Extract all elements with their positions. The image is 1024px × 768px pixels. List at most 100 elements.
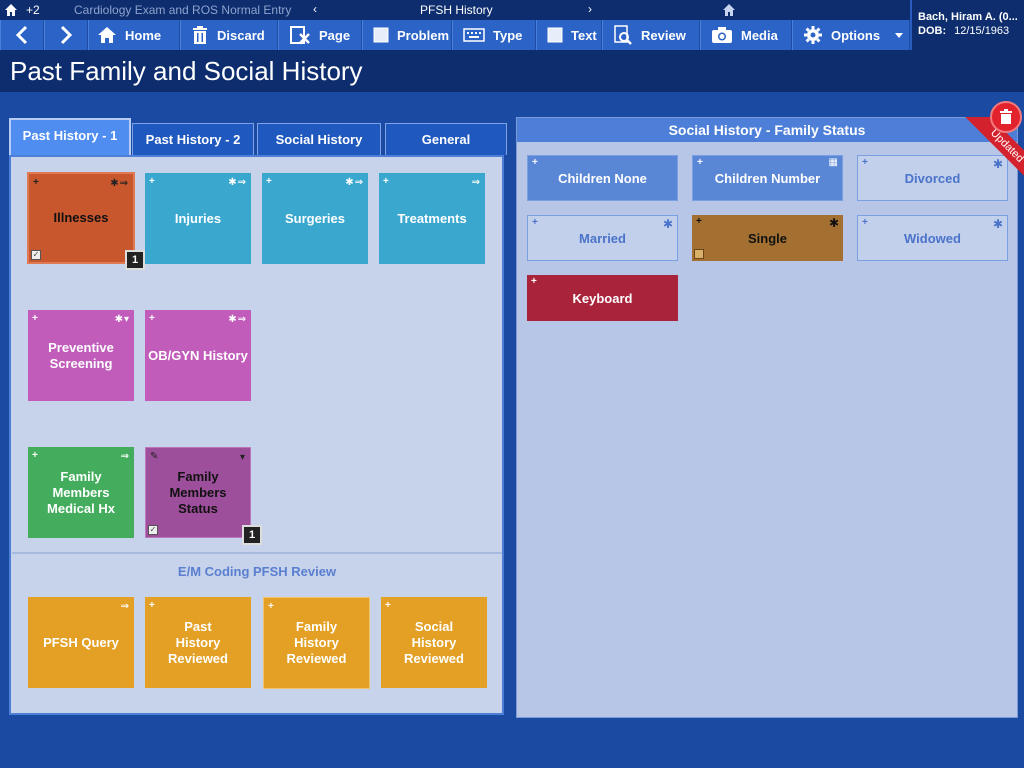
plus-icon: +	[149, 176, 155, 187]
next-page-arrow[interactable]: ›	[588, 2, 592, 16]
section-divider	[12, 552, 502, 554]
review-button[interactable]: Review	[602, 20, 700, 50]
patient-name: Bach, Hiram A. (0...	[918, 11, 1018, 23]
notification-count[interactable]: +2	[26, 3, 40, 17]
current-page-title: PFSH History	[420, 3, 493, 17]
option-keyboard[interactable]: + Keyboard	[527, 275, 678, 321]
tile-family-members-medical-hx[interactable]: + ⇒ Family Members Medical Hx	[28, 447, 134, 538]
patient-dob: DOB: 12/15/1963	[918, 25, 1010, 37]
plus-icon: +	[697, 157, 703, 168]
star-dropdown-icon: ✱▾	[114, 314, 130, 325]
plus-icon: +	[149, 313, 155, 324]
search-page-icon	[614, 25, 632, 45]
toolbar: Home Discard Page Problem Type Text Revi…	[0, 20, 910, 50]
home-icon[interactable]	[722, 3, 736, 17]
plus-icon: +	[862, 157, 868, 168]
plus-icon: +	[862, 217, 868, 228]
tile-family-members-status[interactable]: ✎ ▾ Family Members Status ✓ 1	[145, 447, 262, 545]
page-button[interactable]: Page	[278, 20, 362, 50]
plus-icon: +	[32, 313, 38, 324]
option-widowed[interactable]: + ✱ Widowed	[857, 215, 1008, 261]
tile-social-history-reviewed[interactable]: + Social History Reviewed	[381, 597, 487, 688]
tile-preventive-screening[interactable]: + ✱▾ Preventive Screening	[28, 310, 134, 401]
tile-surgeries[interactable]: + ✱⇒ Surgeries	[262, 173, 368, 264]
caret-down-icon	[895, 33, 903, 38]
plus-icon: +	[32, 450, 38, 461]
trash-icon	[193, 26, 207, 44]
tab-social-history[interactable]: Social History	[257, 123, 381, 155]
checkbox-icon[interactable]: ✓	[31, 250, 41, 260]
plus-icon: +	[696, 216, 702, 227]
plus-icon: +	[266, 176, 272, 187]
text-button[interactable]: Text	[536, 20, 602, 50]
media-button[interactable]: Media	[700, 20, 792, 50]
star-icon: ✱	[662, 217, 673, 231]
discard-button[interactable]: Discard	[180, 20, 278, 50]
expand-arrow-icon: ⇒	[120, 451, 130, 462]
tile-family-history-reviewed[interactable]: + Family History Reviewed	[263, 597, 370, 689]
top-strip: +2 Cardiology Exam and ROS Normal Entry …	[0, 0, 910, 20]
plus-icon: +	[383, 176, 389, 187]
camera-icon	[712, 27, 732, 43]
tab-past-history-2[interactable]: Past History - 2	[132, 123, 254, 155]
star-icon: ✱	[992, 217, 1003, 231]
gear-icon	[804, 26, 822, 44]
plus-icon: +	[531, 276, 537, 287]
page-remove-icon	[290, 26, 310, 44]
plus-icon: +	[149, 600, 155, 611]
tile-injuries[interactable]: + ✱⇒ Injuries	[145, 173, 251, 264]
keyboard-icon	[463, 28, 485, 42]
tab-past-history-1[interactable]: Past History - 1	[9, 118, 131, 156]
page-title: Past Family and Social History	[0, 50, 1024, 92]
chevron-left-icon	[15, 25, 28, 45]
patient-info[interactable]: Bach, Hiram A. (0... DOB: 12/15/1963	[910, 0, 1024, 50]
expand-arrow-icon: ⇒	[120, 601, 130, 612]
prev-page-arrow[interactable]: ‹	[313, 2, 317, 16]
edit-icon: ✎	[150, 451, 159, 462]
expand-arrow-icon: ✱⇒	[110, 178, 129, 189]
tile-treatments[interactable]: + ⇒ Treatments	[379, 173, 485, 264]
options-button[interactable]: Options	[792, 20, 910, 50]
count-badge: 1	[242, 525, 262, 545]
checkbox-icon[interactable]: ✓	[148, 525, 158, 535]
plus-icon: +	[33, 177, 39, 188]
delete-button[interactable]	[990, 101, 1022, 133]
checkbox-icon	[547, 27, 563, 43]
plus-icon: +	[532, 157, 538, 168]
expand-arrow-icon: ✱⇒	[228, 177, 247, 188]
tile-illnesses[interactable]: + ✱⇒ Illnesses ✓ 1	[27, 172, 145, 270]
options-panel: Social History - Family Status	[516, 117, 1018, 718]
home-icon	[98, 27, 116, 43]
trash-icon	[1000, 109, 1012, 124]
home-button[interactable]: Home	[88, 20, 180, 50]
plus-icon: +	[268, 601, 274, 612]
tile-obgyn-history[interactable]: + ✱⇒ OB/GYN History	[145, 310, 251, 401]
plus-icon: +	[532, 217, 538, 228]
selected-indicator	[694, 249, 704, 259]
tile-pfsh-query[interactable]: ⇒ PFSH Query	[28, 597, 134, 688]
type-button[interactable]: Type	[452, 20, 536, 50]
dropdown-icon: ▾	[239, 452, 246, 463]
calculator-icon: ▦	[828, 157, 838, 168]
option-children-number[interactable]: + ▦ Children Number	[692, 155, 843, 201]
back-button[interactable]	[0, 20, 44, 50]
problem-button[interactable]: Problem	[362, 20, 452, 50]
tile-past-history-reviewed[interactable]: + Past History Reviewed	[145, 597, 251, 688]
option-children-none[interactable]: + Children None	[527, 155, 678, 201]
plus-icon: +	[385, 600, 391, 611]
checkbox-icon	[373, 27, 389, 43]
expand-arrow-icon: ✱⇒	[228, 314, 247, 325]
home-icon[interactable]	[4, 3, 18, 17]
expand-arrow-icon: ⇒	[471, 177, 481, 188]
option-married[interactable]: + ✱ Married	[527, 215, 678, 261]
star-icon: ✱	[828, 216, 839, 230]
em-review-title: E/M Coding PFSH Review	[177, 564, 337, 579]
options-panel-title: Social History - Family Status	[517, 118, 1017, 142]
forward-button[interactable]	[44, 20, 88, 50]
count-badge: 1	[125, 250, 145, 270]
tab-general[interactable]: General	[385, 123, 507, 155]
previous-page-title[interactable]: Cardiology Exam and ROS Normal Entry	[74, 3, 291, 17]
expand-arrow-icon: ✱⇒	[345, 177, 364, 188]
chevron-right-icon	[60, 25, 73, 45]
option-single[interactable]: + ✱ Single	[692, 215, 843, 261]
